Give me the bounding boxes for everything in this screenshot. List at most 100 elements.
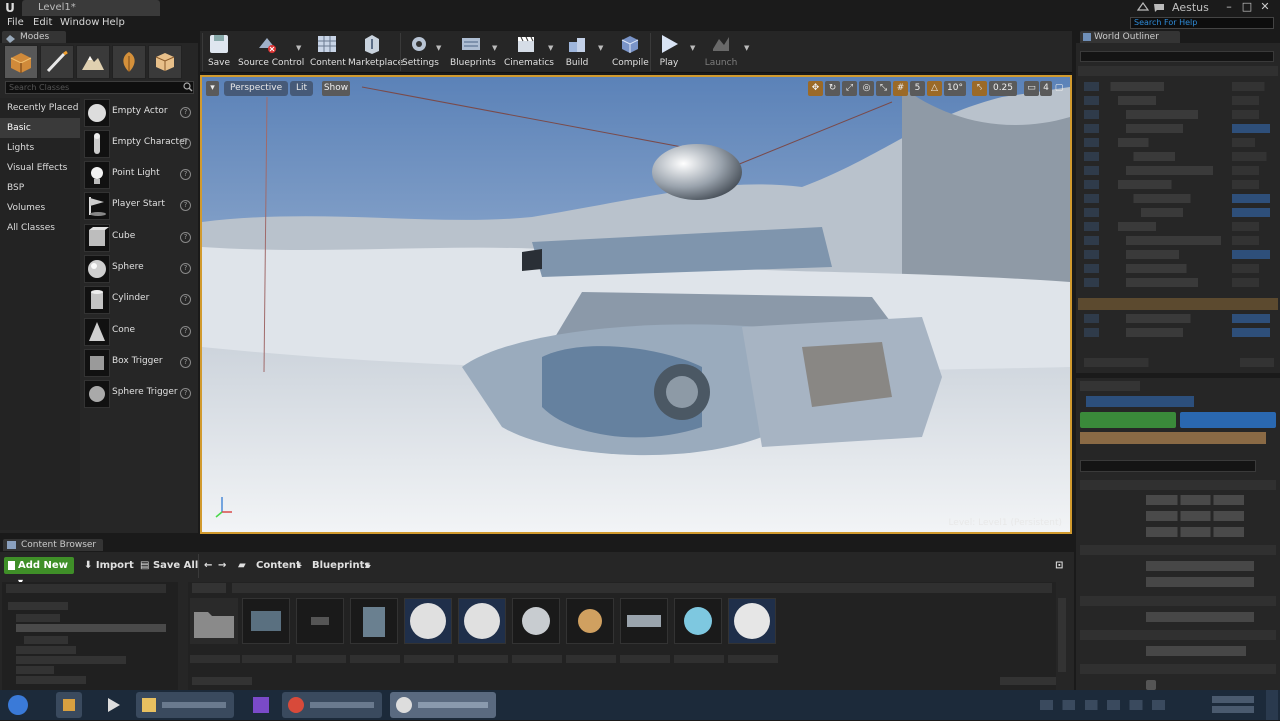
place-item-cylinder[interactable]: Cylinder ? <box>84 286 194 314</box>
category-volumes[interactable]: Volumes <box>0 198 80 218</box>
place-item-empty-character[interactable]: Empty Character ? <box>84 130 194 158</box>
compile-button[interactable]: Compile <box>612 32 649 72</box>
details-tab[interactable] <box>1080 381 1140 391</box>
lit-mode-button[interactable]: Lit <box>290 81 314 96</box>
content-button[interactable]: Content <box>310 32 346 72</box>
show-desktop-button[interactable] <box>1266 690 1278 720</box>
world-outliner-tab[interactable]: World Outliner <box>1080 31 1180 43</box>
help-icon[interactable]: ? <box>180 326 191 337</box>
save-all-button[interactable]: ▤ Save All <box>140 557 198 574</box>
help-search-input[interactable]: Search For Help <box>1130 17 1274 29</box>
scale-snap-value[interactable]: 0.25 <box>989 81 1017 96</box>
outliner-row[interactable] <box>1084 314 1274 323</box>
import-button[interactable]: ⬇ Import <box>84 557 134 574</box>
scale-tool-icon[interactable]: ⤢ <box>842 81 857 96</box>
menu-edit[interactable]: Edit <box>33 16 52 30</box>
folder-row[interactable] <box>24 636 68 644</box>
place-item-point-light[interactable]: Point Light ? <box>84 161 194 189</box>
edit-blueprint-button[interactable] <box>1180 412 1276 428</box>
section-header[interactable] <box>1080 630 1276 640</box>
help-icon[interactable]: ? <box>180 169 191 180</box>
section-header[interactable] <box>1080 664 1276 674</box>
lock-icon[interactable]: ⊡ <box>1055 557 1063 574</box>
asset-search-input[interactable] <box>232 583 1052 593</box>
outliner-row[interactable] <box>1084 124 1274 133</box>
place-item-empty-actor[interactable]: Empty Actor ? <box>84 99 194 127</box>
camera-speed-value[interactable]: 4 <box>1040 81 1052 96</box>
feedback-icon[interactable] <box>1153 2 1165 13</box>
asset-tile[interactable] <box>242 598 290 644</box>
folder-row[interactable] <box>16 666 54 674</box>
outliner-row[interactable] <box>1084 180 1274 189</box>
details-search-input[interactable] <box>1080 460 1256 472</box>
outliner-row[interactable] <box>1084 278 1274 287</box>
grid-snap-icon[interactable]: # <box>893 81 908 96</box>
help-icon[interactable]: ? <box>180 357 191 368</box>
rotation-fields[interactable] <box>1146 511 1244 521</box>
property-checkbox[interactable] <box>1146 680 1156 690</box>
asset-scrollbar[interactable] <box>1058 598 1066 672</box>
outliner-row[interactable] <box>1084 166 1274 175</box>
taskbar-media-icon[interactable] <box>100 692 126 718</box>
property-field[interactable] <box>1146 612 1254 622</box>
surface-snap-icon[interactable]: ⤡ <box>876 81 891 96</box>
source-control-button[interactable]: Source Control <box>238 32 304 72</box>
category-basic[interactable]: Basic <box>0 118 80 138</box>
property-dropdown[interactable] <box>1146 561 1254 571</box>
section-header[interactable] <box>1080 596 1276 606</box>
place-mode-button[interactable] <box>4 45 38 79</box>
outliner-row[interactable] <box>1084 250 1274 259</box>
view-options-button[interactable] <box>1000 677 1056 685</box>
settings-button[interactable]: Settings <box>402 32 439 72</box>
help-icon[interactable]: ? <box>180 138 191 149</box>
cinematics-dropdown-icon[interactable]: ▼ <box>548 44 556 54</box>
asset-tile[interactable] <box>512 598 560 644</box>
property-dropdown[interactable] <box>1146 577 1254 587</box>
asset-tile[interactable] <box>296 598 344 644</box>
asset-tile[interactable] <box>674 598 722 644</box>
marketplace-button[interactable]: Marketplace <box>348 32 403 72</box>
asset-folder-tile[interactable] <box>190 598 238 644</box>
property-field[interactable] <box>1146 646 1246 656</box>
blueprints-button[interactable]: Blueprints <box>450 32 496 72</box>
place-item-sphere-trigger[interactable]: Sphere Trigger ? <box>84 380 194 408</box>
place-item-sphere[interactable]: Sphere ? <box>84 255 194 283</box>
folder-row[interactable] <box>8 602 68 610</box>
transform-section-header[interactable] <box>1080 480 1276 490</box>
add-component-button[interactable] <box>1080 412 1176 428</box>
outliner-row[interactable] <box>1084 236 1274 245</box>
scale-fields[interactable] <box>1146 527 1244 537</box>
level-viewport[interactable]: ▾ Perspective Lit Show ✥ ↻ ⤢ ◎ ⤡ # 5 △ 1… <box>200 75 1072 534</box>
save-button[interactable]: Save <box>204 32 234 72</box>
category-lights[interactable]: Lights <box>0 138 80 158</box>
geometry-mode-button[interactable] <box>148 45 182 79</box>
maximize-button[interactable]: □ <box>1240 0 1254 14</box>
outliner-row[interactable] <box>1084 110 1274 119</box>
folder-search-input[interactable] <box>6 584 166 593</box>
outliner-row[interactable] <box>1084 96 1274 105</box>
help-icon[interactable]: ? <box>180 388 191 399</box>
help-icon[interactable]: ? <box>180 263 191 274</box>
blueprints-dropdown-icon[interactable]: ▼ <box>492 44 500 54</box>
outliner-selected-row[interactable] <box>1078 298 1278 310</box>
taskbar-chrome-window[interactable] <box>282 692 382 718</box>
filters-button[interactable] <box>192 583 226 593</box>
search-classes-input[interactable]: Search Classes <box>5 81 194 94</box>
start-button-icon[interactable] <box>4 692 32 718</box>
asset-sphere-tile[interactable] <box>458 598 506 644</box>
menu-help[interactable]: Help <box>102 16 125 30</box>
help-icon[interactable]: ? <box>180 107 191 118</box>
unreal-logo-icon[interactable]: U <box>3 1 17 15</box>
foliage-mode-button[interactable] <box>112 45 146 79</box>
viewport-options-dropdown[interactable]: ▾ <box>206 81 219 96</box>
system-clock[interactable] <box>1212 696 1254 714</box>
back-arrow-icon[interactable]: ← <box>204 557 212 574</box>
content-browser-tab[interactable]: Content Browser <box>3 539 103 551</box>
close-button[interactable]: ✕ <box>1258 0 1272 14</box>
level-document-tab[interactable]: Level1* <box>22 0 160 16</box>
outliner-row[interactable] <box>1084 138 1274 147</box>
category-bsp[interactable]: BSP <box>0 178 80 198</box>
scale-snap-icon[interactable]: ⤣ <box>972 81 987 96</box>
folder-row[interactable] <box>16 656 126 664</box>
breadcrumb-blueprints[interactable]: Blueprints <box>312 557 370 574</box>
